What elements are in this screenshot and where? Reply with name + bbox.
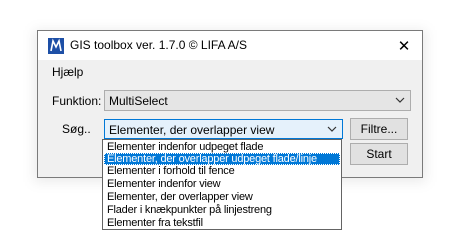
title-bar[interactable]: GIS toolbox ver. 1.7.0 © LIFA A/S ✕ [38,31,422,60]
dropdown-option[interactable]: Elementer i forhold til fence [104,165,340,177]
close-icon: ✕ [397,37,411,55]
sog-dropdown-list: Elementer indenfor udpeget flade Element… [102,139,342,230]
sog-select[interactable]: Elementer, der overlapper view [104,119,343,139]
window-title: GIS toolbox ver. 1.7.0 © LIFA A/S [70,38,247,52]
funktion-label: Funktion: [52,94,102,108]
dropdown-option[interactable]: Elementer, der overlapper view [104,191,340,203]
app-icon [48,38,64,54]
dropdown-option[interactable]: Elementer indenfor udpeget flade [104,141,340,153]
chevron-down-icon [395,97,405,103]
start-button[interactable]: Start [350,143,408,165]
funktion-select-value: MultiSelect [109,94,168,108]
close-button[interactable]: ✕ [386,31,422,60]
menu-item-help[interactable]: Hjælp [52,65,83,79]
chevron-down-icon [327,126,337,132]
sog-select-value: Elementer, der overlapper view [109,123,275,137]
dropdown-option[interactable]: Elementer indenfor view [104,178,340,190]
funktion-select[interactable]: MultiSelect [104,90,411,111]
dropdown-option[interactable]: Flader i knækpunkter på linjestreng [104,204,340,216]
filter-button[interactable]: Filtre... [350,118,408,140]
sog-label: Søg.. [62,122,91,136]
menu-bar: Hjælp [38,60,422,82]
dropdown-option[interactable]: Elementer fra tekstfil [104,217,340,229]
dropdown-option-selected[interactable]: Elementer, der overlapper udpeget flade/… [104,153,340,165]
